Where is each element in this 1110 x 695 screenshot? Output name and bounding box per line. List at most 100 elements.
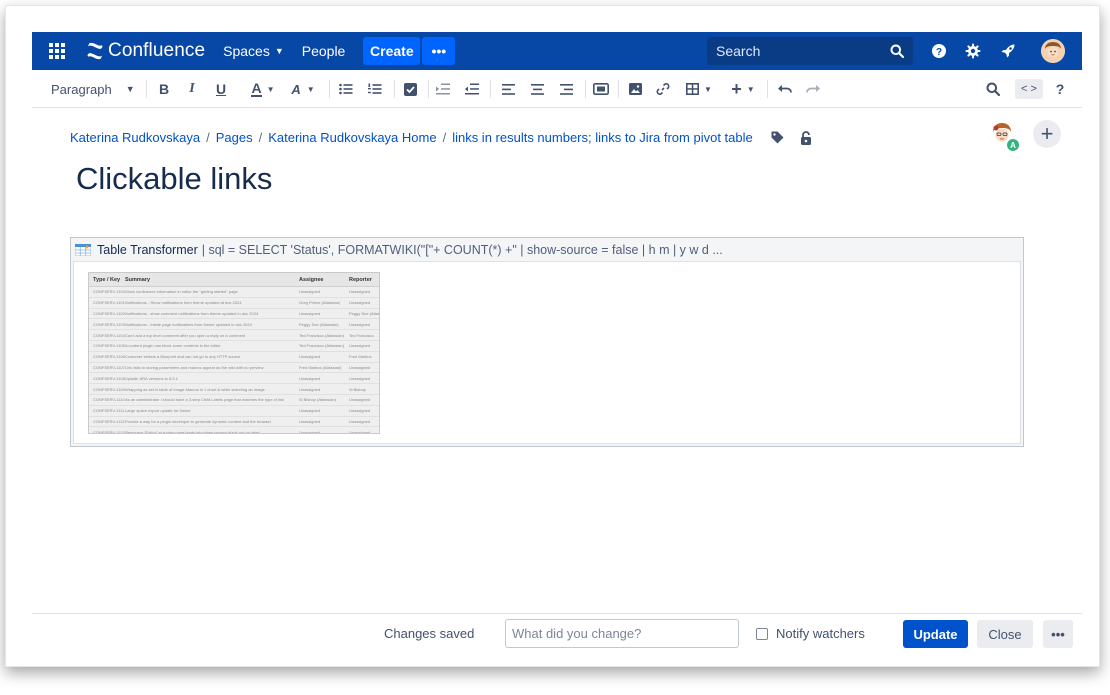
preview-table-cell: CONFSERV-1111 xyxy=(93,408,125,414)
outdent-icon[interactable] xyxy=(434,70,452,108)
macro-preview-image: Type / Key Summary Assignee Reporter CON… xyxy=(88,272,380,434)
breadcrumb-item-parent[interactable]: links in results numbers; links to Jira … xyxy=(452,130,753,145)
preview-table-row: CONFSERV-1113 Removing "Editor" at a view… xyxy=(89,427,379,434)
chevron-down-icon: ▼ xyxy=(125,84,135,94)
table-icon xyxy=(686,83,700,95)
preview-table-row: CONFSERV-1102 Notifications - show commen… xyxy=(89,309,379,320)
breadcrumb-item-home[interactable]: Katerina Rudkovskaya Home xyxy=(268,130,436,145)
insert-table-button[interactable]: ▼ xyxy=(684,70,714,108)
create-button[interactable]: Create xyxy=(363,37,421,65)
preview-table-row: CONFSERV-1100 Show confluence information… xyxy=(89,287,379,298)
table-transformer-macro[interactable]: Table Transformer | sql = SELECT 'Status… xyxy=(70,237,1024,447)
align-left-icon[interactable] xyxy=(499,70,517,108)
preview-table-cell: Unassigned xyxy=(299,310,321,316)
redo-icon[interactable] xyxy=(804,70,822,108)
text-style-button[interactable]: A ▼ xyxy=(288,70,318,108)
paragraph-style-dropdown[interactable]: Paragraph ▼ xyxy=(51,70,135,108)
editor-toolbar: Paragraph ▼ B I U A ▼ A ▼ ▼ + ▼ < > ? xyxy=(32,70,1082,108)
italic-button[interactable]: I xyxy=(184,70,200,108)
insert-link-icon[interactable] xyxy=(654,70,672,108)
macro-body: Type / Key Summary Assignee Reporter CON… xyxy=(73,261,1021,444)
breadcrumb-separator: / xyxy=(206,130,210,145)
app-name: Confluence xyxy=(108,40,206,61)
change-comment-input[interactable] xyxy=(505,619,739,648)
collaborator-avatar[interactable]: A xyxy=(988,120,1020,152)
spaces-label: Spaces xyxy=(223,43,270,59)
insert-image-icon[interactable] xyxy=(626,70,644,108)
search-input[interactable]: Search xyxy=(707,37,913,65)
label-tag-icon[interactable] xyxy=(771,131,784,144)
preview-table-cell: CONFSERV-1106 xyxy=(93,354,125,360)
preview-table-cell: Customer selects a Blueprint and can not… xyxy=(125,354,241,360)
task-checkbox-icon[interactable] xyxy=(401,70,419,108)
help-icon[interactable]: ? xyxy=(930,42,948,60)
app-switcher-icon[interactable] xyxy=(49,43,69,59)
chevron-down-icon: ▼ xyxy=(274,46,284,56)
preview-table-cell: A content plugin can block some contents… xyxy=(125,343,221,349)
breadcrumb-separator: / xyxy=(258,130,263,145)
insert-more-button[interactable]: + ▼ xyxy=(728,70,758,108)
invite-button[interactable]: + xyxy=(1033,120,1061,148)
preview-table-cell: Unassigned xyxy=(299,375,321,381)
align-right-icon[interactable] xyxy=(557,70,575,108)
preview-table-row: CONFSERV-1109 Wrapping as set in table of… xyxy=(89,384,379,395)
update-button[interactable]: Update xyxy=(903,620,968,648)
create-more-button[interactable]: ••• xyxy=(422,37,456,65)
preview-table-cell: Notifications - show comment notificatio… xyxy=(125,310,259,316)
macro-name: Table Transformer xyxy=(97,242,198,257)
help-button[interactable]: ? xyxy=(1052,70,1068,108)
notify-watchers-checkbox[interactable]: Notify watchers xyxy=(756,626,865,641)
preview-table-cell: Unassigned xyxy=(349,364,371,370)
people-link[interactable]: People xyxy=(302,43,346,59)
toolbar-divider xyxy=(585,80,586,98)
preview-table-cell: Ted Francisco (Atlassian) xyxy=(299,343,344,349)
preview-header-cell: Type / Key xyxy=(93,276,121,283)
numbered-list-icon[interactable] xyxy=(366,70,384,108)
more-options-button[interactable]: ••• xyxy=(1043,620,1073,648)
preview-table-cell: CONFSERV-1107 xyxy=(93,364,125,370)
preview-table-cell: Peggy Sue (Atlassian) xyxy=(299,321,339,327)
page-layout-icon[interactable] xyxy=(591,70,611,108)
bullet-list-icon[interactable] xyxy=(337,70,355,108)
preview-table-header: Type / Key Summary Assignee Reporter xyxy=(89,273,379,287)
settings-gear-icon[interactable] xyxy=(964,42,982,60)
breadcrumb-separator: / xyxy=(442,130,447,145)
preview-table-row: CONFSERV-1101 Notifications - Show notifi… xyxy=(89,298,379,309)
underline-button[interactable]: U xyxy=(213,70,229,108)
indent-icon[interactable] xyxy=(463,70,481,108)
undo-icon[interactable] xyxy=(776,70,794,108)
macro-header: Table Transformer | sql = SELECT 'Status… xyxy=(71,238,1023,261)
source-editor-button[interactable]: < > xyxy=(1015,79,1043,99)
preview-table-cell: Can't add a top level comment after you … xyxy=(125,332,246,338)
user-avatar[interactable] xyxy=(1041,39,1065,63)
page-title[interactable]: Clickable links xyxy=(76,161,272,197)
preview-table-cell: Unassigned xyxy=(349,300,371,306)
preview-table-row: CONFSERV-1105 A content plugin can block … xyxy=(89,341,379,352)
unlock-icon[interactable] xyxy=(800,130,812,145)
find-replace-icon[interactable] xyxy=(984,70,1002,108)
preview-table-cell: Wrapping as set in table of Image Macros… xyxy=(125,386,265,392)
preview-table-cell: As an administrator I should have a 3-st… xyxy=(125,397,284,403)
breadcrumb-item-user[interactable]: Katerina Rudkovskaya xyxy=(70,130,200,145)
preview-table-cell: Unassigned xyxy=(299,354,321,360)
preview-table-row: CONFSERV-1107 Link fails to storing param… xyxy=(89,363,379,374)
preview-table-row: CONFSERV-1106 Customer selects a Blueprin… xyxy=(89,352,379,363)
preview-header-cell: Reporter xyxy=(349,276,372,283)
preview-table-cell: Show confluence information in editor th… xyxy=(125,289,238,295)
preview-table-cell: Fred Markus (Atlassian) xyxy=(299,364,342,370)
preview-table-cell: CONFSERV-1101 xyxy=(93,300,125,306)
spaces-menu[interactable]: Spaces ▼ xyxy=(223,43,284,59)
top-navigation: Confluence Spaces ▼ People Create ••• Se… xyxy=(32,32,1082,70)
confluence-logo[interactable]: Confluence xyxy=(86,40,205,62)
close-button[interactable]: Close xyxy=(977,620,1033,648)
checkbox[interactable] xyxy=(756,627,768,640)
macro-parameters: | sql = SELECT 'Status', FORMATWIKI("["+… xyxy=(201,242,723,257)
bold-button[interactable]: B xyxy=(156,70,172,108)
notifications-rocket-icon[interactable] xyxy=(999,42,1017,60)
align-center-icon[interactable] xyxy=(528,70,546,108)
svg-text:?: ? xyxy=(936,47,942,58)
breadcrumb-item-pages[interactable]: Pages xyxy=(216,130,253,145)
text-color-button[interactable]: A ▼ xyxy=(248,70,278,108)
preview-table-cell: CONFSERV-1113 xyxy=(93,429,125,434)
preview-table-cell: Unassigned xyxy=(349,418,371,424)
